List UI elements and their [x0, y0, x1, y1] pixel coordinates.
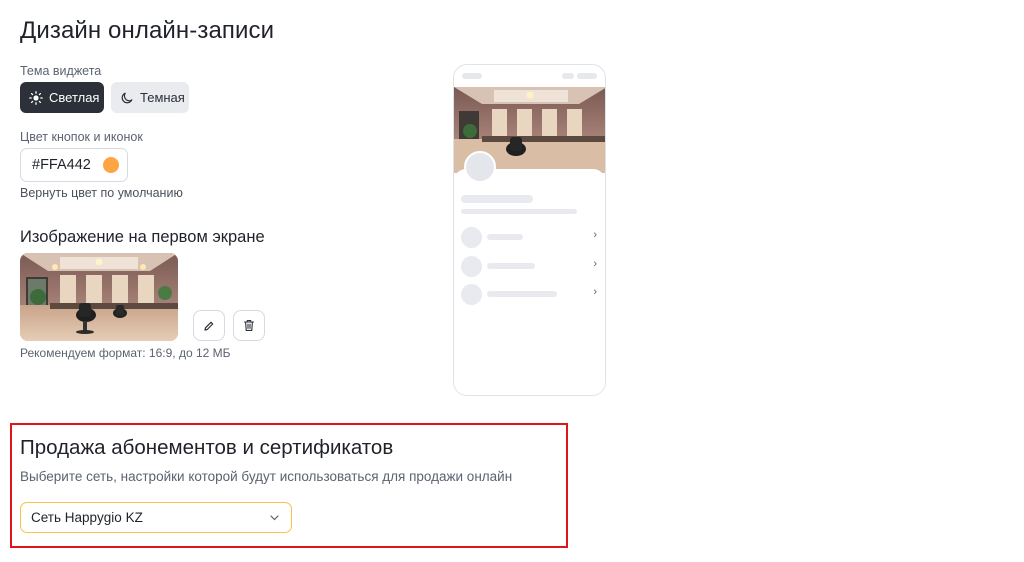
network-select[interactable]: Сеть Happygio KZ: [20, 502, 292, 533]
phone-content-card: › › ›: [454, 169, 605, 395]
delete-image-button[interactable]: [233, 310, 265, 341]
color-swatch[interactable]: [103, 157, 119, 173]
image-format-hint: Рекомендуем формат: 16:9, до 12 МБ: [20, 346, 231, 360]
image-section-heading: Изображение на первом экране: [20, 228, 265, 246]
color-value: #FFA442: [32, 157, 91, 173]
phone-status-bar: [454, 65, 605, 87]
theme-label: Тема виджета: [20, 64, 102, 78]
color-input[interactable]: #FFA442: [20, 148, 128, 182]
theme-dark-button[interactable]: Темная: [111, 82, 189, 113]
theme-light-button[interactable]: Светлая: [20, 82, 104, 113]
phone-preview: › › ›: [453, 64, 606, 396]
moon-icon: [121, 92, 133, 103]
theme-light-label: Светлая: [49, 90, 100, 105]
sun-icon: [29, 90, 43, 105]
pencil-icon: [204, 321, 214, 331]
page-title: Дизайн онлайн-записи: [20, 17, 275, 44]
color-label: Цвет кнопок и иконок: [20, 130, 143, 144]
chevron-down-icon: [270, 514, 279, 520]
network-select-value: Сеть Happygio KZ: [31, 510, 143, 525]
trash-icon: [243, 320, 255, 331]
edit-image-button[interactable]: [193, 310, 225, 341]
theme-dark-label: Темная: [140, 90, 185, 105]
phone-avatar: [464, 151, 496, 183]
reset-color-link[interactable]: Вернуть цвет по умолчанию: [20, 186, 183, 200]
sales-section-description: Выберите сеть, настройки которой будут и…: [20, 469, 513, 484]
sales-section-title: Продажа абонементов и сертификатов: [20, 436, 394, 459]
salon-image-thumbnail: [20, 253, 178, 341]
